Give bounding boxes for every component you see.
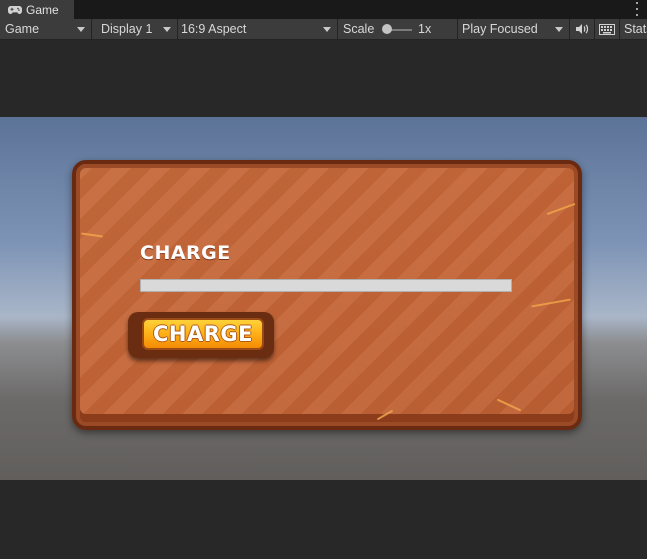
tab-strip: Game — [0, 0, 647, 19]
shortcuts-toggle[interactable] — [595, 19, 620, 39]
view-mode-value: Game — [5, 22, 40, 36]
tab-label: Game — [26, 3, 59, 17]
panel-crack — [376, 409, 394, 421]
panel-crack — [531, 298, 571, 308]
chevron-down-icon — [77, 27, 85, 32]
stats-button[interactable]: Stats — [620, 19, 647, 39]
charge-button-label: CHARGE — [153, 322, 253, 346]
panel-crack — [80, 232, 104, 238]
aspect-dropdown[interactable]: 16:9 Aspect — [178, 19, 338, 39]
display-dropdown[interactable]: Display 1 — [92, 19, 178, 39]
aspect-value: 16:9 Aspect — [181, 22, 247, 36]
tab-game[interactable]: Game — [0, 0, 74, 19]
speaker-icon — [576, 24, 589, 34]
scale-slider-handle[interactable] — [382, 24, 392, 34]
play-mode-value: Play Focused — [462, 22, 538, 36]
more-options-icon[interactable] — [635, 2, 639, 16]
charge-button-frame: CHARGE — [128, 312, 274, 358]
chevron-down-icon — [323, 27, 331, 32]
play-mode-dropdown[interactable]: Play Focused — [458, 19, 570, 39]
display-value: Display 1 — [101, 22, 153, 36]
view-mode-dropdown[interactable]: Game — [0, 19, 92, 39]
charge-button[interactable]: CHARGE — [142, 318, 264, 350]
panel-crack — [546, 202, 576, 216]
charge-progress-bar — [140, 279, 512, 292]
gamepad-icon — [8, 6, 22, 14]
charge-panel: CHARGE CHARGE — [72, 160, 582, 430]
mute-audio-toggle[interactable] — [570, 19, 595, 39]
chevron-down-icon — [555, 27, 563, 32]
panel-crack — [496, 398, 522, 412]
scale-value: 1x — [418, 22, 432, 36]
game-toolbar: Game Display 1 16:9 Aspect Scale 1x Play… — [0, 19, 647, 40]
chevron-down-icon — [163, 27, 171, 32]
charge-title: CHARGE — [140, 242, 231, 264]
game-scene: CHARGE CHARGE — [0, 117, 647, 480]
keyboard-icon — [599, 23, 615, 35]
scale-label: Scale — [343, 22, 375, 36]
stats-label: Stats — [624, 22, 647, 36]
